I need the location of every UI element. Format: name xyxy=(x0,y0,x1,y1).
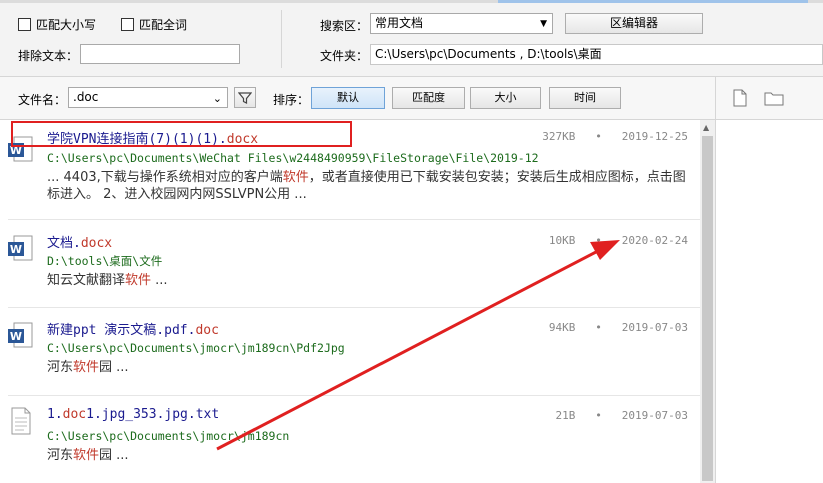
divider xyxy=(281,10,282,68)
filename-base: 新建ppt 演示文稿.pdf. xyxy=(47,323,196,338)
exclude-text-label: 排除文本： xyxy=(18,49,79,63)
file-size: 21B xyxy=(555,409,576,422)
sort-label: 排序： xyxy=(273,93,310,107)
result-path[interactable]: D:\tools\桌面\文件 xyxy=(47,253,162,269)
checkbox-box[interactable] xyxy=(121,18,134,31)
match-case-label: 匹配大小写 xyxy=(36,18,97,32)
result-item[interactable]: 1.doc1.jpg_353.jpg.txt 21B • 2019-07-03 … xyxy=(0,397,700,483)
result-meta: 21B • 2019-07-03 xyxy=(556,409,688,422)
filename-ext: doc xyxy=(195,323,219,338)
result-filename[interactable]: 新建ppt 演示文稿.pdf.doc xyxy=(47,319,219,338)
result-meta: 94KB • 2019-07-03 xyxy=(549,321,688,334)
search-area-label: 搜索区： xyxy=(320,19,369,33)
result-meta: 10KB • 2020-02-24 xyxy=(549,234,688,247)
filename-filter-select[interactable]: .doc ⌄ xyxy=(68,87,228,108)
filename-label: 文件名： xyxy=(18,93,67,107)
result-filename[interactable]: 文档.docx xyxy=(47,232,112,251)
snippet-highlight: 软件 xyxy=(282,170,309,185)
sort-default-button[interactable]: 默认 xyxy=(311,87,385,109)
file-size: 10KB xyxy=(548,234,576,247)
search-button-remnant[interactable] xyxy=(498,0,808,3)
result-snippet: ... 4403,下载与操作系统相对应的客户端软件，或者直接使用已下载安装包安装… xyxy=(47,169,687,203)
snippet-text: 河东 xyxy=(47,360,74,375)
result-path[interactable]: C:\Users\pc\Documents\jmocr\jm189cn\Pdf2… xyxy=(47,341,345,355)
exclude-text-input[interactable] xyxy=(80,44,240,64)
snippet-text: 园 ... xyxy=(99,360,129,375)
file-date: 2020-02-24 xyxy=(621,234,688,247)
folder-label: 文件夹： xyxy=(320,49,369,63)
separator: • xyxy=(595,321,602,334)
match-whole-word-checkbox[interactable]: 匹配全词 xyxy=(121,16,187,33)
match-whole-label: 匹配全词 xyxy=(139,18,188,32)
match-case-checkbox[interactable]: 匹配大小写 xyxy=(18,16,96,33)
filter-button[interactable] xyxy=(234,87,256,108)
snippet-highlight: 软件 xyxy=(73,360,100,375)
file-date: 2019-12-25 xyxy=(621,130,688,143)
chevron-down-icon: ⌄ xyxy=(212,92,222,105)
result-meta: 327KB • 2019-12-25 xyxy=(542,130,688,143)
preview-toolbar xyxy=(716,77,823,120)
result-path[interactable]: C:\Users\pc\Documents\WeChat Files\w2448… xyxy=(47,151,539,165)
snippet-text: ... 4403,下载与操作系统相对应的客户端 xyxy=(47,170,283,185)
results-list: W 学院VPN连接指南(7)(1)(1).docx 327KB • 2019-1… xyxy=(0,120,700,483)
snippet-highlight: 软件 xyxy=(125,273,152,288)
svg-text:W: W xyxy=(10,243,22,256)
file-size: 94KB xyxy=(548,321,576,334)
scrollbar-thumb[interactable] xyxy=(702,136,713,481)
svg-text:W: W xyxy=(10,330,22,343)
snippet-text: 河东 xyxy=(47,448,74,463)
result-filename[interactable]: 1.doc1.jpg_353.jpg.txt xyxy=(47,407,219,422)
snippet-text: 园 ... xyxy=(99,448,129,463)
separator: • xyxy=(595,130,602,143)
folder-path-field[interactable]: C:\Users\pc\Documents , D:\tools\桌面 xyxy=(370,44,823,65)
snippet-text: 知云文献翻译 xyxy=(47,273,126,288)
preview-pane xyxy=(715,77,823,483)
result-item[interactable]: W 文档.docx 10KB • 2020-02-24 D:\tools\桌面\… xyxy=(0,221,700,308)
sort-relevance-button[interactable]: 匹配度 xyxy=(392,87,465,109)
result-snippet: 河东软件园 ... xyxy=(47,447,687,464)
search-area-value: 常用文档 xyxy=(375,16,424,30)
divider xyxy=(8,395,700,396)
annotation-highlight-box xyxy=(11,121,352,147)
result-snippet: 河东软件园 ... xyxy=(47,359,687,376)
result-item[interactable]: W 新建ppt 演示文稿.pdf.doc 94KB • 2019-07-03 C… xyxy=(0,309,700,396)
file-date: 2019-07-03 xyxy=(621,321,688,334)
word-document-icon: W xyxy=(8,235,33,261)
filename-ext: docx xyxy=(80,236,113,251)
separator: • xyxy=(595,409,602,422)
results-scrollbar[interactable]: ▲ xyxy=(700,120,715,483)
filter-sort-bar: 文件名： .doc ⌄ 排序： 默认 匹配度 大小 时间 xyxy=(0,77,715,120)
snippet-text: ... xyxy=(151,273,168,288)
separator: • xyxy=(595,234,602,247)
file-size: 327KB xyxy=(542,130,576,143)
word-document-icon: W xyxy=(8,322,33,348)
file-date: 2019-07-03 xyxy=(621,409,688,422)
search-options-panel: 匹配大小写 匹配全词 排除文本： 搜索区： 常用文档 ▼ 区编辑器 文件夹： C… xyxy=(0,0,823,77)
sort-size-button[interactable]: 大小 xyxy=(470,87,541,109)
divider xyxy=(8,219,700,220)
sort-time-button[interactable]: 时间 xyxy=(549,87,621,109)
result-path[interactable]: C:\Users\pc\Documents\jmocr\jm189cn xyxy=(47,429,289,443)
scroll-up-icon[interactable]: ▲ xyxy=(703,123,709,132)
filename-base: 文档. xyxy=(47,236,81,251)
dropdown-arrow-icon: ▼ xyxy=(540,19,547,29)
filter-icon xyxy=(237,92,253,104)
divider xyxy=(8,307,700,308)
filename-ext: doc xyxy=(62,407,87,422)
filename-filter-value: .doc xyxy=(73,90,99,104)
filename-base: 1. xyxy=(47,407,63,422)
result-snippet: 知云文献翻译软件 ... xyxy=(47,272,687,289)
search-area-select[interactable]: 常用文档 ▼ xyxy=(370,13,553,34)
checkbox-box[interactable] xyxy=(18,18,31,31)
folder-icon[interactable] xyxy=(764,89,784,107)
file-icon[interactable] xyxy=(732,89,748,107)
text-document-icon xyxy=(11,407,31,435)
area-editor-button[interactable]: 区编辑器 xyxy=(565,13,703,34)
filename-tail: 1.jpg_353.jpg.txt xyxy=(86,407,220,422)
snippet-highlight: 软件 xyxy=(73,448,100,463)
